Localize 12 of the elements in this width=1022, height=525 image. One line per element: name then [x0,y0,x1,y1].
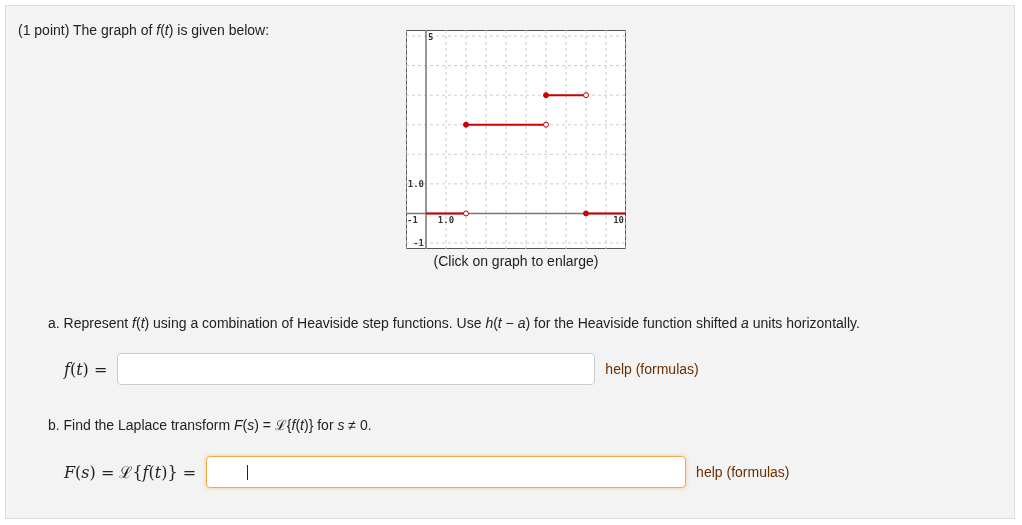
intro-text: (1 point) The graph of f(t) is given below: [18,22,270,38]
math-label: f(t) = [64,359,108,379]
question-text: b. Find the Laplace transform F(s) = ℒ{f(t)} for s ≠ 0. [48,416,373,434]
tick-label: -1 [407,215,418,226]
tick-label: 1.0 [407,178,424,189]
math-label: F(s) = ℒ{f(t)} = [64,462,197,483]
axis-label: 5 [428,32,434,42]
tick-label: -1 [413,238,424,248]
tick-label: 1.0 [437,215,455,226]
question-text: a. Represent f(t) using a combination of Heaviside step functions. Use h(t − a) for the Heaviside function shifted a units horizontally. [48,315,861,331]
tick-label: 10 [613,215,624,226]
graph-caption: (Click on graph to enlarge) [433,253,599,269]
